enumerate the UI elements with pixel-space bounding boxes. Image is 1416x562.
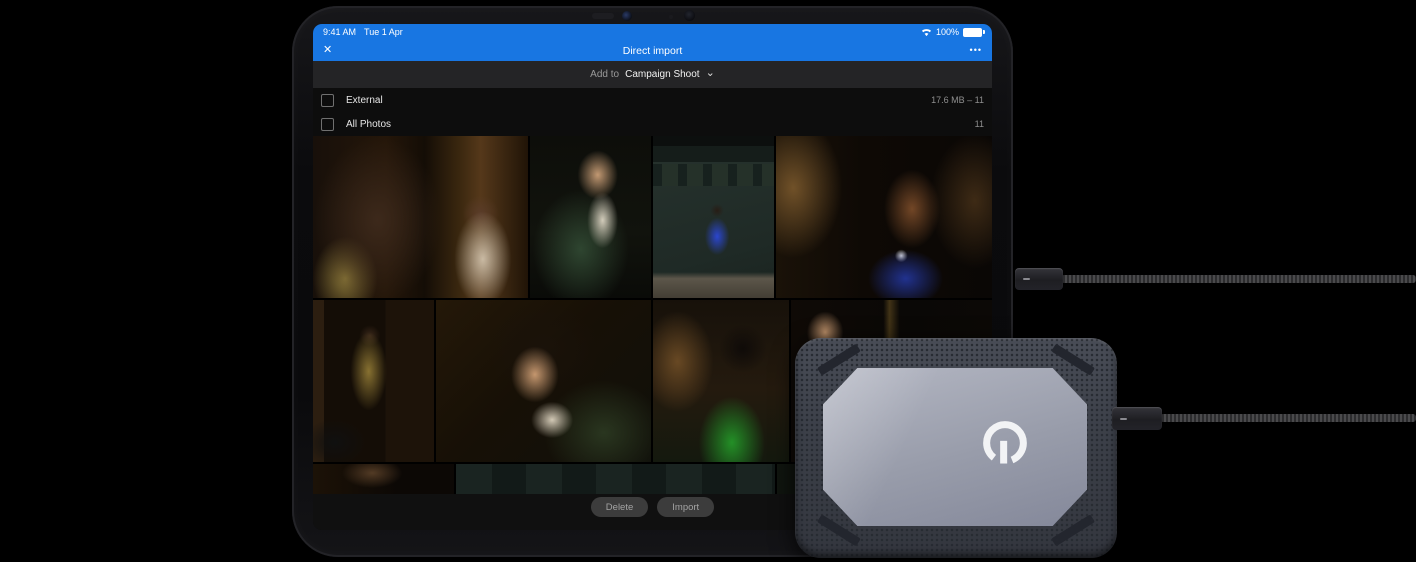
- source-row-external[interactable]: External 17.6 MB – 11: [313, 88, 992, 112]
- usb-cable-to-drive: [1160, 414, 1416, 422]
- photo-thumbnail[interactable]: [436, 300, 651, 462]
- status-bar: 9:41 AM Tue 1 Apr 100%: [313, 24, 992, 40]
- wifi-icon: [921, 28, 932, 36]
- scene: 9:41 AM Tue 1 Apr 100% ✕ Direct import •…: [0, 0, 1416, 562]
- drive-chamfer-accent: [817, 343, 861, 376]
- tablet-camera2-icon: [684, 10, 695, 21]
- drive-faceplate: [823, 368, 1087, 526]
- photo-thumbnail[interactable]: [776, 136, 992, 298]
- usb-c-plug-drive: [1112, 407, 1162, 430]
- album-name: Campaign Shoot: [625, 69, 700, 80]
- title-bar: ✕ Direct import •••: [313, 40, 992, 61]
- tablet-sensor-pill: [592, 13, 614, 19]
- source-meta: 17.6 MB – 11: [931, 95, 984, 105]
- tablet-mic-dot: [669, 15, 673, 19]
- plug-logo-mark: [1023, 278, 1030, 280]
- external-ssd-drive: [795, 338, 1117, 558]
- chevron-down-icon: ⌄: [705, 66, 715, 79]
- photo-thumbnail[interactable]: [313, 136, 528, 298]
- status-time: 9:41 AM: [323, 27, 357, 37]
- photo-thumbnail[interactable]: [653, 300, 789, 462]
- source-label: External: [346, 94, 383, 106]
- g-drive-logo-icon: [983, 421, 1027, 465]
- photo-thumbnail[interactable]: [653, 136, 774, 298]
- add-to-album-selector[interactable]: Add to Campaign Shoot ⌄: [313, 61, 992, 88]
- add-to-label: Add to: [590, 69, 620, 80]
- photo-thumbnail[interactable]: [530, 136, 651, 298]
- usb-c-plug-tablet: [1015, 268, 1063, 290]
- delete-button[interactable]: Delete: [590, 497, 649, 517]
- photo-thumbnail[interactable]: [313, 300, 434, 462]
- source-row-all-photos[interactable]: All Photos 11: [313, 112, 992, 136]
- import-button[interactable]: Import: [657, 497, 715, 517]
- source-meta: 11: [974, 119, 984, 129]
- checkbox-all-photos[interactable]: [321, 117, 334, 131]
- drive-chamfer-accent: [1051, 343, 1095, 376]
- source-label: All Photos: [346, 118, 392, 130]
- status-date: Tue 1 Apr: [364, 27, 403, 37]
- checkbox-external[interactable]: [321, 93, 334, 107]
- battery-icon: [963, 27, 985, 37]
- photo-thumbnail[interactable]: [456, 464, 775, 494]
- page-title: Direct import: [622, 44, 683, 57]
- usb-cable-to-tablet: [1061, 275, 1416, 283]
- battery-percent: 100%: [935, 27, 959, 37]
- photo-thumbnail[interactable]: [313, 464, 454, 494]
- tablet-camera-icon: [622, 11, 632, 21]
- plug-logo-mark: [1120, 417, 1127, 420]
